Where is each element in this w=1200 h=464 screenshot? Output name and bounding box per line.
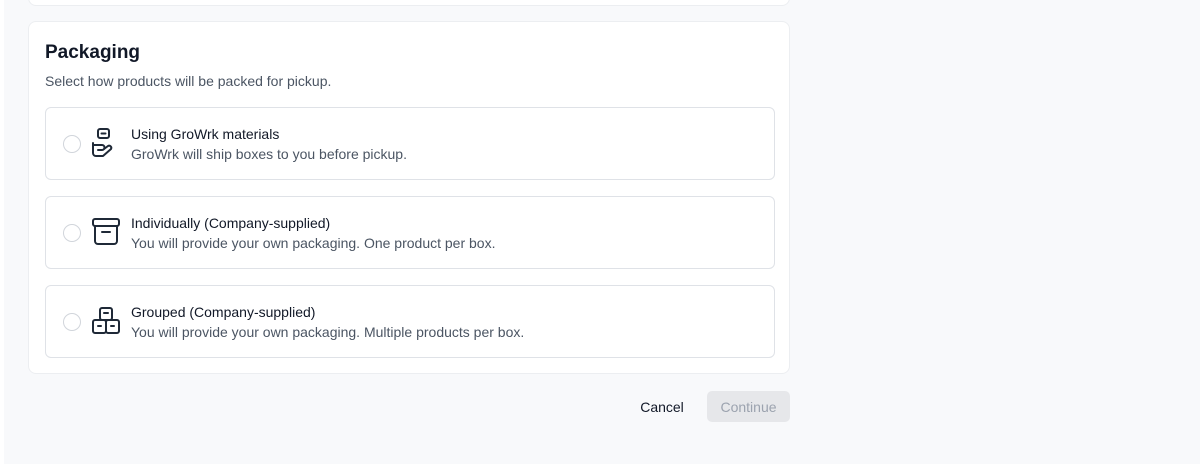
archive-box-icon [90, 216, 122, 248]
option-title: Grouped (Company-supplied) [131, 304, 316, 320]
option-growrk-materials[interactable]: Using GroWrk materials GroWrk will ship … [45, 107, 775, 180]
radio-individually[interactable] [63, 224, 81, 242]
radio-grouped[interactable] [63, 313, 81, 331]
option-description: You will provide your own packaging. Mul… [131, 324, 525, 340]
option-title: Using GroWrk materials [131, 126, 280, 142]
option-description: You will provide your own packaging. One… [131, 235, 496, 251]
option-title: Individually (Company-supplied) [131, 215, 331, 231]
section-title: Packaging [45, 42, 141, 63]
radio-growrk-materials[interactable] [63, 135, 81, 153]
section-subtitle: Select how products will be packed for p… [45, 73, 332, 89]
cancel-button[interactable]: Cancel [628, 391, 696, 422]
boxes-stack-icon [90, 305, 122, 337]
option-individually[interactable]: Individually (Company-supplied) You will… [45, 196, 775, 269]
hand-box-icon [90, 127, 122, 159]
packaging-card: Packaging Select how products will be pa… [28, 21, 790, 374]
option-description: GroWrk will ship boxes to you before pic… [131, 146, 407, 162]
option-grouped[interactable]: Grouped (Company-supplied) You will prov… [45, 285, 775, 358]
continue-button[interactable]: Continue [707, 391, 790, 422]
previous-section-card [28, 0, 790, 6]
